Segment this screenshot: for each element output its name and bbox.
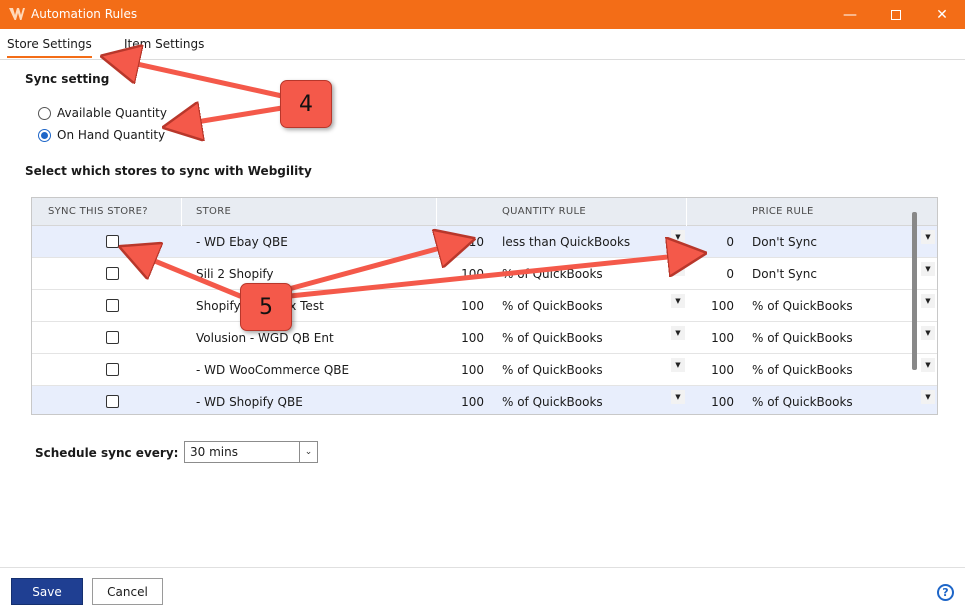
- price-rule[interactable]: % of QuickBooks: [752, 331, 853, 345]
- table-row[interactable]: - WD Ebay QBE 10 less than QuickBooks ▼ …: [32, 226, 937, 258]
- store-name: Volusion - WGD QB Ent: [196, 331, 334, 345]
- qty-rule[interactable]: % of QuickBooks: [502, 363, 603, 377]
- qty-rule-dropdown-icon[interactable]: ▼: [671, 358, 685, 372]
- price-rule[interactable]: % of QuickBooks: [752, 299, 853, 313]
- qty-rule[interactable]: % of QuickBooks: [502, 267, 603, 281]
- price-rule-dropdown-icon[interactable]: ▼: [921, 390, 935, 404]
- minimize-button[interactable]: —: [827, 0, 873, 29]
- stores-grid: SYNC THIS STORE? STORE QUANTITY RULE PRI…: [31, 197, 938, 415]
- qty-rule[interactable]: less than QuickBooks: [502, 235, 630, 249]
- save-button[interactable]: Save: [11, 578, 83, 605]
- qty-value[interactable]: 10: [444, 235, 484, 249]
- price-value[interactable]: 0: [694, 267, 734, 281]
- sync-store-checkbox[interactable]: [106, 395, 119, 408]
- webgility-logo-icon: [9, 8, 25, 20]
- price-rule-dropdown-icon[interactable]: ▼: [921, 262, 935, 276]
- close-icon: ✕: [936, 6, 948, 23]
- qty-rule-dropdown-icon[interactable]: ▼: [671, 294, 685, 308]
- price-value[interactable]: 100: [694, 363, 734, 377]
- header-quantity-rule: QUANTITY RULE: [502, 206, 587, 217]
- qty-value[interactable]: 100: [444, 267, 484, 281]
- header-store: STORE: [196, 206, 232, 217]
- price-rule[interactable]: % of QuickBooks: [752, 363, 853, 377]
- sync-store-checkbox[interactable]: [106, 267, 119, 280]
- qty-rule-dropdown-icon[interactable]: ▼: [671, 326, 685, 340]
- title-bar: Automation Rules — ✕: [0, 0, 965, 29]
- price-rule-dropdown-icon[interactable]: ▼: [921, 326, 935, 340]
- schedule-value: 30 mins: [190, 445, 238, 459]
- sync-store-checkbox[interactable]: [106, 331, 119, 344]
- store-name: - WD WooCommerce QBE: [196, 363, 350, 377]
- sync-store-checkbox[interactable]: [106, 363, 119, 376]
- table-row[interactable]: Volusion - WGD QB Ent 100 % of QuickBook…: [32, 322, 937, 354]
- price-value[interactable]: 100: [694, 299, 734, 313]
- price-rule-dropdown-icon[interactable]: ▼: [921, 294, 935, 308]
- minimize-icon: —: [843, 6, 857, 23]
- annotation-arrow: [110, 58, 285, 99]
- store-name: Sili 2 Shopify: [196, 267, 274, 281]
- qty-value[interactable]: 100: [444, 331, 484, 345]
- window-title: Automation Rules: [31, 7, 138, 21]
- price-rule[interactable]: % of QuickBooks: [752, 395, 853, 409]
- chevron-down-icon[interactable]: ⌄: [299, 442, 317, 462]
- grid-header: SYNC THIS STORE? STORE QUANTITY RULE PRI…: [32, 198, 937, 226]
- qty-rule[interactable]: % of QuickBooks: [502, 331, 603, 345]
- sync-store-checkbox[interactable]: [106, 299, 119, 312]
- store-name: - WD Ebay QBE: [196, 235, 288, 249]
- price-rule[interactable]: Don't Sync: [752, 267, 817, 281]
- qty-value[interactable]: 100: [444, 395, 484, 409]
- schedule-select[interactable]: 30 mins ⌄: [184, 441, 318, 463]
- qty-rule[interactable]: % of QuickBooks: [502, 299, 603, 313]
- radio-button[interactable]: [38, 106, 51, 120]
- price-value[interactable]: 0: [694, 235, 734, 249]
- annotation-callout: 5: [240, 283, 292, 331]
- maximize-icon: [891, 9, 901, 20]
- radio-label: On Hand Quantity: [57, 128, 166, 142]
- cancel-button[interactable]: Cancel: [92, 578, 163, 605]
- radio-on-hand-quantity[interactable]: On Hand Quantity: [38, 128, 165, 142]
- price-rule[interactable]: Don't Sync: [752, 235, 817, 249]
- grid-scrollbar[interactable]: [912, 212, 917, 370]
- table-row[interactable]: - WD Shopify QBE 100 % of QuickBooks ▼ 1…: [32, 386, 937, 414]
- table-row[interactable]: - WD WooCommerce QBE 100 % of QuickBooks…: [32, 354, 937, 386]
- stores-section-title: Select which stores to sync with Webgili…: [25, 164, 312, 178]
- radio-button[interactable]: [38, 128, 51, 142]
- header-sync-this-store: SYNC THIS STORE?: [48, 206, 148, 217]
- qty-value[interactable]: 100: [444, 363, 484, 377]
- price-value[interactable]: 100: [694, 331, 734, 345]
- annotation-callout: 4: [280, 80, 332, 128]
- qty-rule-dropdown-icon[interactable]: ▼: [671, 230, 685, 244]
- radio-label: Available Quantity: [57, 106, 167, 120]
- store-name: - WD Shopify QBE: [196, 395, 303, 409]
- maximize-button[interactable]: [873, 0, 919, 29]
- sync-store-checkbox[interactable]: [106, 235, 119, 248]
- footer-divider: [0, 567, 965, 568]
- close-button[interactable]: ✕: [919, 0, 965, 29]
- qty-rule-dropdown-icon[interactable]: ▼: [671, 262, 685, 276]
- qty-value[interactable]: 100: [444, 299, 484, 313]
- price-value[interactable]: 100: [694, 395, 734, 409]
- qty-rule-dropdown-icon[interactable]: ▼: [671, 390, 685, 404]
- annotation-arrow: [172, 108, 285, 126]
- header-price-rule: PRICE RULE: [752, 206, 814, 217]
- schedule-label: Schedule sync every:: [35, 446, 179, 460]
- price-rule-dropdown-icon[interactable]: ▼: [921, 230, 935, 244]
- price-rule-dropdown-icon[interactable]: ▼: [921, 358, 935, 372]
- radio-available-quantity[interactable]: Available Quantity: [38, 106, 167, 120]
- table-row[interactable]: Shopify Sandbox Test 100 % of QuickBooks…: [32, 290, 937, 322]
- tab-store-settings[interactable]: Store Settings: [7, 37, 92, 58]
- tab-item-settings[interactable]: Item Settings: [124, 37, 204, 51]
- qty-rule[interactable]: % of QuickBooks: [502, 395, 603, 409]
- tab-bar: Store Settings Item Settings: [0, 29, 965, 60]
- help-icon[interactable]: ?: [937, 584, 954, 601]
- sync-setting-title: Sync setting: [25, 72, 110, 86]
- table-row[interactable]: Sili 2 Shopify 100 % of QuickBooks ▼ 0 D…: [32, 258, 937, 290]
